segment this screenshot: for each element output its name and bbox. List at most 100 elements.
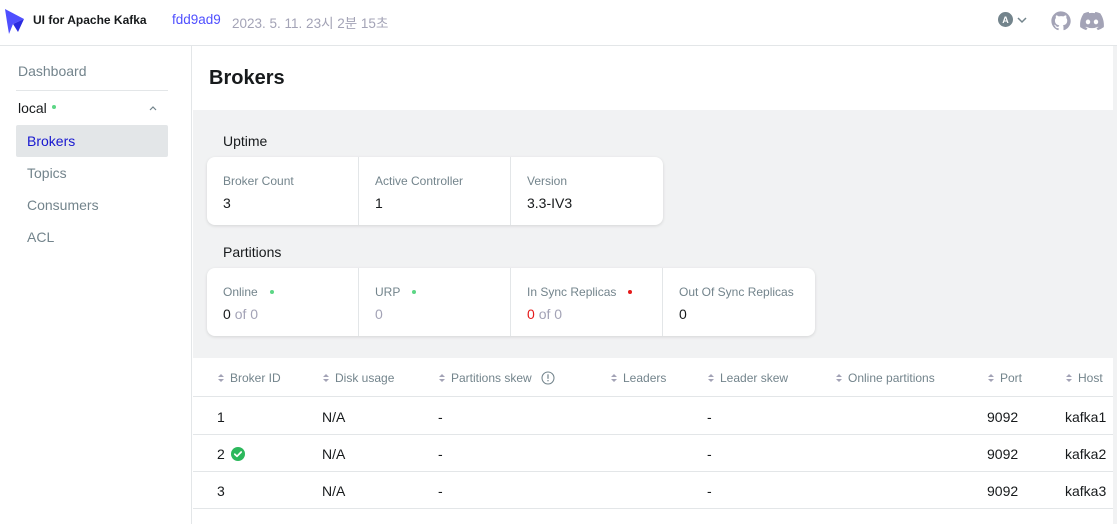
broker-id-text: 2 — [217, 446, 225, 462]
metric-value: 3 — [223, 195, 231, 211]
brokers-table-header: Broker ID Disk usage Partitions skew Lea… — [193, 358, 1113, 397]
column-header-disk-usage[interactable]: Disk usage — [322, 371, 394, 385]
metric-label-text: URP — [375, 285, 401, 299]
metric-value-number: 0 — [527, 306, 535, 322]
column-header-leader-skew[interactable]: Leader skew — [707, 371, 788, 385]
cell-leader-skew: - — [707, 446, 712, 462]
cluster-toggle-local[interactable]: local — [18, 100, 168, 118]
sort-icon — [988, 374, 994, 382]
uptime-section-title: Uptime — [223, 133, 268, 149]
metric-in-sync-replicas: In Sync Replicas 0 of 0 — [511, 268, 663, 336]
github-icon[interactable] — [1050, 10, 1072, 32]
user-menu[interactable]: A — [998, 12, 1028, 27]
cell-disk-usage: N/A — [322, 446, 346, 462]
sidebar-item-consumers[interactable]: Consumers — [16, 189, 168, 221]
page-scrollbar[interactable] — [1113, 46, 1117, 524]
table-row[interactable]: 1 N/A - - 9092 kafka1 — [193, 398, 1113, 435]
metrics-area: Uptime Broker Count 3 Active Controller … — [193, 110, 1113, 358]
cell-disk-usage: N/A — [322, 483, 346, 499]
metric-value-total: of 0 — [234, 306, 259, 322]
commit-link[interactable]: fdd9ad9 — [172, 12, 221, 27]
metric-online: Online 0 of 0 — [207, 268, 359, 336]
top-bar: UI for Apache Kafka fdd9ad9 2023. 5. 11.… — [0, 0, 1117, 46]
metric-active-controller: Active Controller 1 — [359, 157, 511, 225]
metric-value: 0 of 0 — [527, 306, 646, 322]
column-header-partitions-skew[interactable]: Partitions skew — [438, 371, 555, 385]
sidebar-item-brokers[interactable]: Brokers — [16, 125, 168, 157]
metric-version: Version 3.3-IV3 — [511, 157, 663, 225]
column-label: Disk usage — [335, 371, 395, 385]
cell-port: 9092 — [987, 483, 1019, 499]
chevron-up-icon — [149, 106, 157, 111]
cell-host: kafka3 — [1065, 483, 1107, 499]
cell-partitions-skew: - — [438, 483, 443, 499]
broker-id-text: 3 — [217, 483, 225, 499]
column-header-port[interactable]: Port — [987, 371, 1022, 385]
column-header-host[interactable]: Host — [1065, 371, 1103, 385]
sort-icon — [439, 374, 445, 382]
metric-label-text: Online — [223, 285, 258, 299]
metric-label: Version — [527, 174, 568, 188]
cell-host: kafka1 — [1065, 409, 1107, 425]
metric-broker-count: Broker Count 3 — [207, 157, 359, 225]
cell-leader-skew: - — [707, 409, 712, 425]
sort-icon — [611, 374, 617, 382]
info-icon[interactable] — [541, 371, 555, 385]
metric-value: 0 — [679, 306, 687, 322]
metric-out-of-sync-replicas: Out Of Sync Replicas 0 — [663, 268, 815, 336]
status-dot-green — [269, 290, 274, 294]
cell-partitions-skew: - — [438, 409, 443, 425]
broker-id-text: 1 — [217, 409, 225, 425]
table-row[interactable]: 3 N/A - - 9092 kafka3 — [193, 472, 1113, 509]
sidebar-item-dashboard[interactable]: Dashboard — [18, 63, 87, 79]
column-label: Leader skew — [720, 371, 789, 385]
metric-value: 0 of 0 — [223, 306, 342, 322]
metric-value-total: of 0 — [538, 306, 563, 322]
partitions-section-title: Partitions — [223, 244, 282, 260]
column-header-online-partitions[interactable]: Online partitions — [835, 371, 935, 385]
status-dot-green — [412, 290, 417, 294]
metric-value-number: 0 — [223, 306, 231, 322]
sidebar-divider — [16, 90, 168, 91]
column-label: Port — [1000, 371, 1023, 385]
cell-host: kafka2 — [1065, 446, 1107, 462]
cluster-status-dot — [51, 104, 56, 109]
metric-urp: URP 0 — [359, 268, 511, 336]
build-date: 2023. 5. 11. 23시 2분 15초 — [232, 16, 389, 31]
metric-value: 3.3-IV3 — [527, 195, 573, 211]
metric-value: 0 — [375, 306, 383, 322]
sort-icon — [218, 374, 224, 382]
discord-icon[interactable] — [1080, 11, 1104, 31]
sort-icon — [836, 374, 842, 382]
page-title: Brokers — [209, 67, 285, 89]
column-label: Broker ID — [230, 371, 281, 385]
metric-label: Online — [223, 285, 342, 299]
status-dot-red — [628, 290, 633, 294]
metric-label-text: In Sync Replicas — [527, 285, 617, 299]
kafka-ui-logo-icon[interactable] — [4, 7, 28, 35]
cell-broker-id[interactable]: 3 — [217, 483, 225, 499]
sort-icon — [708, 374, 714, 382]
cluster-name: local — [18, 100, 47, 116]
cell-broker-id[interactable]: 1 — [217, 409, 225, 425]
column-label: Partitions skew — [451, 371, 532, 385]
sidebar: Dashboard local Brokers Topics Consumers… — [0, 46, 192, 524]
cell-broker-id[interactable]: 2 — [217, 446, 245, 462]
column-label: Host — [1078, 371, 1103, 385]
cell-leader-skew: - — [707, 483, 712, 499]
app-title[interactable]: UI for Apache Kafka — [33, 13, 147, 27]
column-header-leaders[interactable]: Leaders — [610, 371, 666, 385]
metric-label: Broker Count — [223, 174, 294, 188]
metric-value: 1 — [375, 195, 383, 211]
chevron-down-icon — [1017, 16, 1027, 23]
metric-label: URP — [375, 285, 494, 299]
sidebar-item-topics[interactable]: Topics — [16, 157, 168, 189]
metric-label: Out Of Sync Replicas — [679, 285, 794, 299]
table-row[interactable]: 2 N/A - - 9092 kafka2 — [193, 435, 1113, 472]
sidebar-item-acl[interactable]: ACL — [16, 221, 168, 253]
column-label: Online partitions — [848, 371, 935, 385]
column-header-broker-id[interactable]: Broker ID — [217, 371, 281, 385]
avatar: A — [998, 12, 1013, 27]
cell-port: 9092 — [987, 409, 1019, 425]
active-controller-check-icon — [230, 447, 245, 461]
